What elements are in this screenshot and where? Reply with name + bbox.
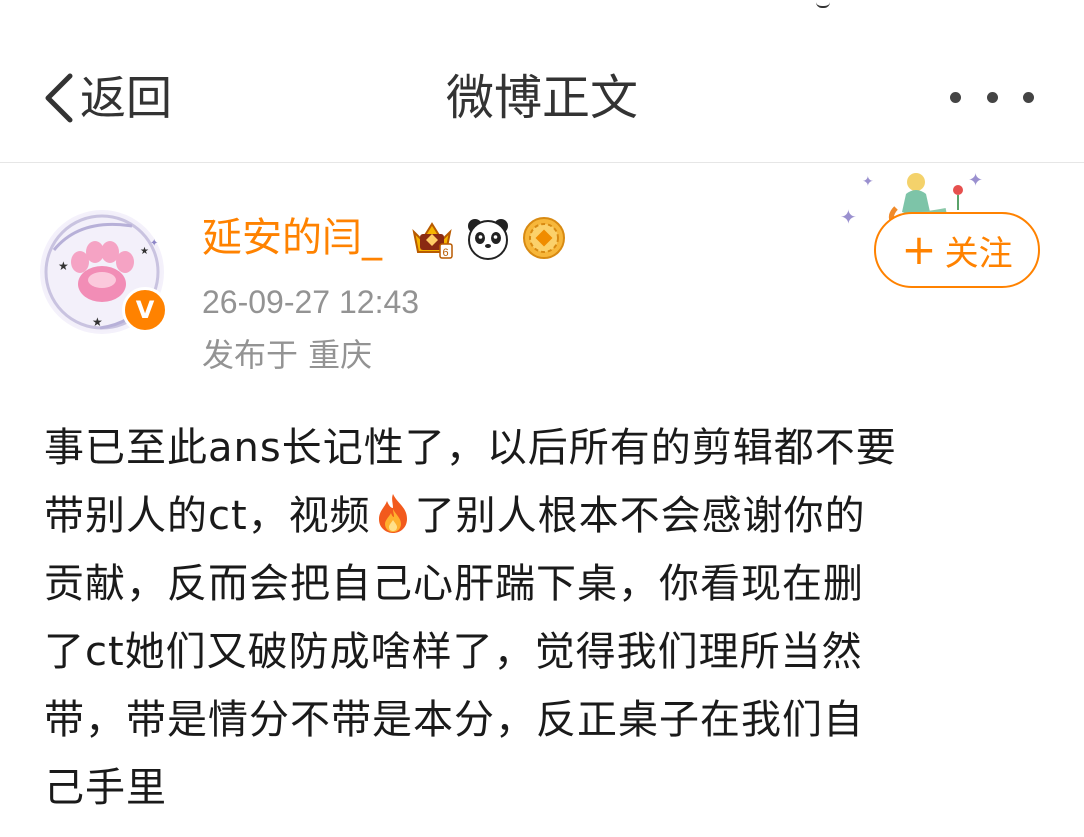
more-dots-icon[interactable] (950, 74, 1034, 120)
post-text-line: 了ct她们又破防成啥样了，觉得我们理所当然 (44, 629, 863, 675)
verified-badge-icon: V (122, 287, 168, 333)
plus-icon: + (901, 225, 937, 274)
fire-emoji-icon (378, 494, 407, 533)
svg-text:★: ★ (58, 259, 69, 273)
post-location: 发布于 重庆 (202, 336, 373, 374)
status-bar-mark (816, 0, 830, 8)
svg-text:★: ★ (140, 246, 149, 257)
nav-bar: 返回 微博正文 (0, 44, 1084, 163)
post-text-line: 贡献，反而会把自己心肝踹下桌，你看现在删 (44, 561, 864, 607)
page-title: 微博正文 (445, 70, 638, 126)
svg-text:6: 6 (443, 247, 449, 259)
post-text-segment: 了别人根本不会感谢你的 (414, 493, 866, 539)
dot (950, 91, 961, 103)
username[interactable]: 延安的闫_ (202, 212, 382, 264)
follow-label: 关注 (944, 233, 1013, 274)
gold-coin-icon[interactable] (520, 214, 568, 262)
post-timestamp: 26-09-27 12:43 (202, 284, 420, 320)
post-text-segment: 带别人的ct，视频 (44, 493, 371, 539)
post-text-line: 带，带是情分不带是本分，反正桌子在我们自 (44, 697, 864, 743)
crown-level-icon[interactable]: 6 (408, 214, 456, 262)
post-text-line: 带别人的ct，视频 了别人根本不会感谢你的 (44, 482, 1044, 550)
post-text-line: 事已至此ans长记性了，以后所有的剪辑都不要 (44, 425, 897, 471)
svg-text:✦: ✦ (150, 238, 158, 249)
panda-icon[interactable] (464, 214, 512, 262)
svg-text:✦: ✦ (968, 170, 983, 191)
post-text-line: 己手里 (44, 765, 167, 811)
svg-text:✦: ✦ (840, 205, 857, 229)
dot (986, 91, 998, 103)
post-content: 事已至此ans长记性了，以后所有的剪辑都不要 带别人的ct，视频 了别人根本不会… (44, 414, 1044, 822)
user-badges: 6 (408, 214, 568, 262)
follow-button[interactable]: + 关注 (874, 212, 1040, 288)
svg-text:★: ★ (92, 315, 103, 329)
svg-text:✦: ✦ (862, 174, 874, 190)
dot (1023, 91, 1034, 103)
